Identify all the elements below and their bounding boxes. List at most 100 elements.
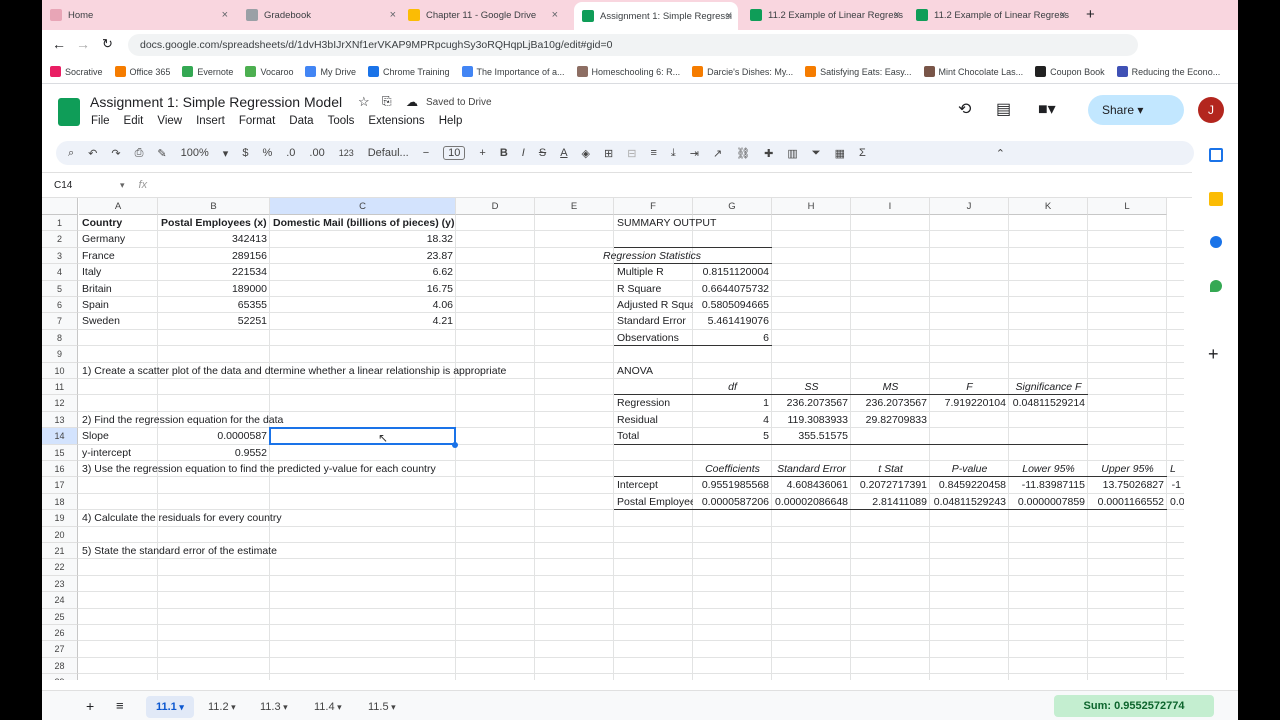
text-color-icon[interactable]: A [560, 147, 567, 159]
column-header-i[interactable]: I [851, 198, 930, 215]
row-header-26[interactable]: 26 [42, 625, 78, 642]
menu-view[interactable]: View [157, 115, 182, 127]
cell-b3[interactable]: 289156 [158, 248, 270, 264]
cell-c6[interactable]: 4.06 [270, 297, 456, 313]
forward-icon[interactable]: → [76, 36, 90, 52]
cell-m17[interactable]: -1 [1167, 477, 1184, 493]
number-format-button[interactable]: 123 [339, 148, 354, 158]
sheet-tab-chevron-icon[interactable]: ▾ [229, 702, 236, 712]
browser-tab[interactable]: 11.2 Example of Linear Regress × [908, 4, 1072, 26]
cell-g5[interactable]: 0.6644075732 [693, 281, 772, 297]
cell-a16[interactable]: 3) Use the regression equation to find t… [79, 461, 679, 477]
menu-file[interactable]: File [91, 115, 110, 127]
sheet-tab-chevron-icon[interactable]: ▾ [177, 702, 184, 712]
cell-h11[interactable]: SS [772, 379, 851, 395]
star-icon[interactable]: ☆ [358, 94, 370, 110]
url-field[interactable]: docs.google.com/spreadsheets/d/1dvH3bIJr… [128, 34, 1138, 56]
cell-g11[interactable]: df [693, 379, 772, 395]
cell-f5[interactable]: R Square [614, 281, 693, 297]
tab-close-icon[interactable]: × [726, 10, 732, 22]
cell-g17[interactable]: 0.9551985568 [693, 477, 772, 493]
cell-g14[interactable]: 5 [693, 428, 772, 444]
cell-k18[interactable]: 0.0000007859 [1009, 494, 1088, 510]
meet-icon[interactable]: ■▾ [1038, 99, 1056, 119]
maps-icon[interactable] [1210, 280, 1222, 292]
cell-f14[interactable]: Total [614, 428, 693, 444]
row-header-14[interactable]: 14 [42, 428, 78, 445]
cell-l18[interactable]: 0.0001166552 [1088, 494, 1167, 510]
cell-b7[interactable]: 52251 [158, 313, 270, 329]
print-icon[interactable]: ⎙ [135, 147, 144, 160]
comment-icon[interactable]: ✚ [764, 147, 773, 160]
cell-c3[interactable]: 23.87 [270, 248, 456, 264]
row-header-27[interactable]: 27 [42, 641, 78, 658]
tab-close-icon[interactable]: × [894, 9, 900, 21]
keep-icon[interactable] [1209, 192, 1223, 206]
browser-tab[interactable]: 11.2 Example of Linear Regress × [742, 4, 906, 26]
cell-a4[interactable]: Italy [79, 264, 158, 280]
currency-button[interactable]: $ [242, 147, 248, 159]
sheet-tab[interactable]: 11.5 ▾ [358, 696, 406, 718]
bookmark-item[interactable]: Darcie's Dishes: My... [692, 66, 793, 77]
column-header-h[interactable]: H [772, 198, 851, 215]
cell-f10[interactable]: ANOVA [614, 363, 814, 379]
row-header-1[interactable]: 1 [42, 215, 78, 232]
cell-i12[interactable]: 236.2073567 [851, 395, 930, 411]
filter-icon[interactable]: ⏷ [812, 147, 821, 160]
cell-b4[interactable]: 221534 [158, 264, 270, 280]
cell-f18[interactable]: Postal Employee [614, 494, 693, 510]
cell-m16[interactable]: L [1167, 461, 1184, 477]
undo-icon[interactable]: ↶ [88, 147, 97, 160]
row-header-8[interactable]: 8 [42, 329, 78, 347]
cell-j17[interactable]: 0.8459220458 [930, 477, 1009, 493]
cell-c4[interactable]: 6.62 [270, 264, 456, 280]
column-header-e[interactable]: E [535, 198, 614, 215]
cell-g8[interactable]: 6 [693, 330, 772, 346]
bookmark-item[interactable]: My Drive [305, 66, 356, 77]
selected-cell[interactable] [269, 427, 456, 445]
column-header-g[interactable]: G [693, 198, 772, 215]
bookmark-item[interactable]: Satisfying Eats: Easy... [805, 66, 912, 77]
cell-j11[interactable]: F [930, 379, 1009, 395]
row-header-6[interactable]: 6 [42, 297, 78, 314]
tab-close-icon[interactable]: × [222, 9, 228, 21]
bookmark-item[interactable]: Chrome Training [367, 66, 450, 77]
move-folder-icon[interactable]: ⎘ [382, 94, 392, 109]
row-header-25[interactable]: 25 [42, 608, 78, 625]
cell-f12[interactable]: Regression [614, 395, 693, 411]
cell-c1[interactable]: Domestic Mail (billions of pieces) (y) [270, 215, 456, 231]
borders-icon[interactable]: ⊞ [604, 147, 613, 160]
contacts-icon[interactable] [1210, 236, 1222, 248]
cell-a13[interactable]: 2) Find the regression equation for the … [79, 412, 679, 428]
menu-extensions[interactable]: Extensions [368, 115, 424, 127]
cell-h13[interactable]: 119.3083933 [772, 412, 851, 428]
cell-g6[interactable]: 0.5805094665 [693, 297, 772, 313]
font-select[interactable]: Defaul... [368, 147, 409, 159]
all-sheets-icon[interactable]: ≡ [116, 698, 124, 713]
column-header-b[interactable]: B [158, 198, 270, 215]
cell-h17[interactable]: 4.608436061 [772, 477, 851, 493]
cell-f13[interactable]: Residual [614, 412, 693, 428]
bookmark-item[interactable]: Socrative [50, 66, 103, 77]
column-header-a[interactable]: A [79, 198, 158, 215]
zoom-select[interactable]: 100% [181, 147, 209, 159]
column-header-k[interactable]: K [1009, 198, 1088, 215]
sheet-tab[interactable]: 11.3 ▾ [250, 696, 298, 718]
cell-c7[interactable]: 4.21 [270, 313, 456, 329]
bookmark-item[interactable]: Reducing the Econo... [1116, 66, 1220, 77]
valign-icon[interactable]: ⤓ [671, 147, 676, 160]
chart-icon[interactable]: ▥ [787, 147, 797, 160]
cell-j12[interactable]: 7.919220104 [930, 395, 1009, 411]
cell-a3[interactable]: France [79, 248, 158, 264]
cell-a14[interactable]: Slope [79, 428, 158, 444]
cell-b6[interactable]: 65355 [158, 297, 270, 313]
cell-f8[interactable]: Observations [614, 330, 693, 346]
name-box-chevron-icon[interactable]: ▾ [120, 180, 125, 191]
cell-f7[interactable]: Standard Error [614, 313, 693, 329]
fill-handle[interactable] [452, 441, 458, 448]
avatar[interactable]: J [1198, 97, 1224, 123]
font-size-input[interactable]: 10 [443, 146, 466, 160]
row-header-23[interactable]: 23 [42, 575, 78, 593]
cell-a7[interactable]: Sweden [79, 313, 158, 329]
bookmark-item[interactable]: Mint Chocolate Las... [923, 66, 1023, 77]
